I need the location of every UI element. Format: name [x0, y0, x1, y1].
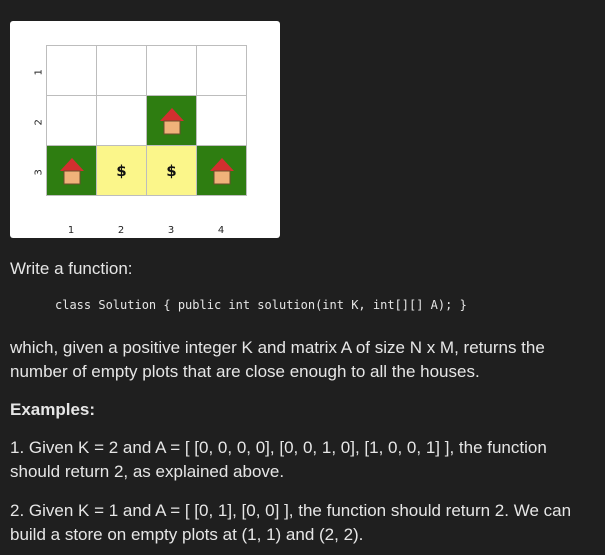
- grid-cell-3-1: [47, 146, 97, 196]
- example-2: 2. Given K = 1 and A = [ [0, 1], [0, 0] …: [10, 501, 572, 544]
- col-label-3: 3: [167, 225, 175, 236]
- grid-cell-1-1: [47, 46, 97, 96]
- col-label-4: 4: [217, 225, 225, 236]
- grid-cell-2-1: [47, 96, 97, 146]
- code-signature: class Solution { public int solution(int…: [55, 298, 467, 312]
- row-label-3: 3: [33, 169, 45, 176]
- house-icon: [59, 157, 84, 184]
- dollar-sign: $: [166, 161, 177, 180]
- row-label-1: 1: [33, 69, 45, 76]
- description-text: which, given a positive integer K and ma…: [10, 338, 545, 381]
- grid-cell-3-4: [197, 146, 247, 196]
- plot-grid: $ $: [46, 45, 247, 196]
- house-icon: [209, 157, 234, 184]
- grid-cell-2-4: [197, 96, 247, 146]
- grid-cell-2-3: [147, 96, 197, 146]
- col-label-1: 1: [67, 225, 75, 236]
- house-icon: [159, 107, 184, 134]
- example-1: 1. Given K = 2 and A = [ [0, 0, 0, 0], […: [10, 438, 547, 481]
- grid-cell-3-2: $: [97, 146, 147, 196]
- grid-cell-1-4: [197, 46, 247, 96]
- grid-figure: 1 2 3 $ $ 1 2 3 4: [10, 21, 280, 238]
- grid-cell-2-2: [97, 96, 147, 146]
- grid-cell-1-2: [97, 46, 147, 96]
- grid-cell-3-3: $: [147, 146, 197, 196]
- grid-cell-1-3: [147, 46, 197, 96]
- row-label-2: 2: [33, 119, 45, 126]
- intro-text: Write a function:: [10, 259, 133, 278]
- examples-heading: Examples:: [10, 400, 96, 419]
- col-label-2: 2: [117, 225, 125, 236]
- dollar-sign: $: [116, 161, 127, 180]
